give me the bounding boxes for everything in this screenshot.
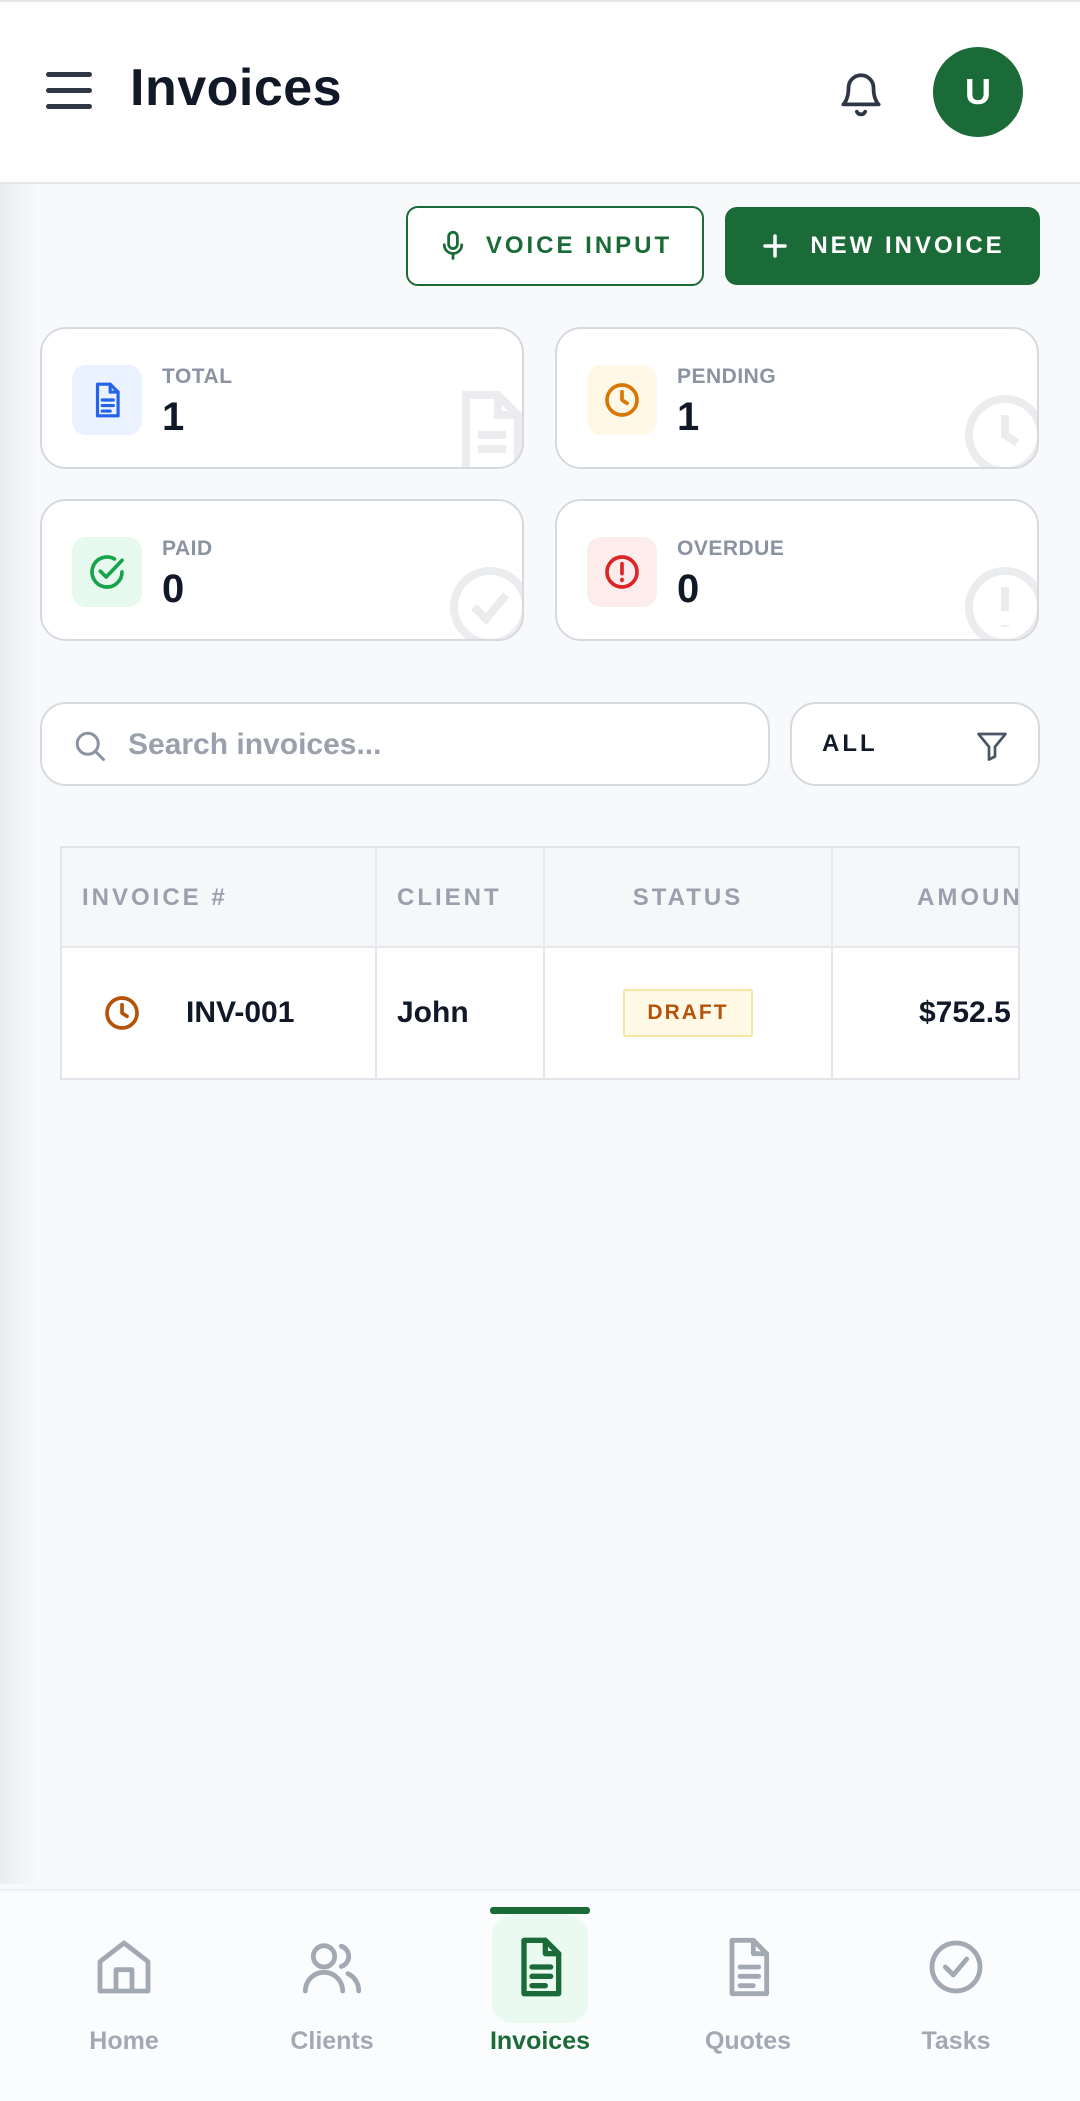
active-tab-bar (490, 1907, 590, 1914)
document-icon (729, 1937, 770, 1997)
stat-card-pending[interactable]: PENDING 1 (555, 327, 1039, 469)
clock-icon (105, 996, 139, 1030)
nav-item-home[interactable]: Home (24, 1891, 224, 2101)
filter-icon (977, 732, 1007, 761)
table-row[interactable]: INV-001 John DRAFT $752.5 (62, 948, 1018, 1078)
bottom-nav: Home Clients Invoices Quotes Tasks (0, 1889, 1080, 2101)
cell-amount: $752.5 (833, 948, 1018, 1078)
filter-selected: ALL (822, 730, 878, 757)
users-icon (302, 1943, 362, 1994)
column-header-client[interactable]: CLIENT (377, 848, 545, 948)
check-watermark-icon (450, 567, 522, 639)
microphone-icon (442, 230, 463, 260)
column-header-status[interactable]: STATUS (545, 848, 833, 948)
new-invoice-label: NEW INVOICE (810, 232, 1005, 259)
document-icon (72, 365, 142, 435)
invoice-amount: $752.5 (919, 996, 1011, 1029)
stat-value: 1 (677, 395, 700, 439)
voice-input-button[interactable]: VOICE INPUT (406, 206, 704, 286)
stat-label: OVERDUE (677, 537, 785, 560)
stat-label: TOTAL (162, 365, 233, 388)
edge-shadow (0, 184, 40, 1884)
column-header-invoice[interactable]: INVOICE # (62, 848, 377, 948)
search-input[interactable] (128, 718, 748, 772)
invoice-table: INVOICE # CLIENT STATUS AMOUN INV-001 Jo… (60, 846, 1020, 1080)
cell-status: DRAFT (545, 948, 833, 1078)
status-badge: DRAFT (623, 989, 753, 1037)
clock-icon (587, 365, 657, 435)
column-header-amount[interactable]: AMOUN (833, 848, 1018, 948)
nav-label: Quotes (704, 2027, 792, 2055)
nav-label: Invoices (489, 2027, 591, 2055)
nav-item-quotes[interactable]: Quotes (648, 1891, 848, 2101)
avatar[interactable]: U (933, 47, 1023, 137)
voice-input-label: VOICE INPUT (485, 232, 673, 259)
search-box[interactable] (40, 702, 770, 786)
nav-item-invoices[interactable]: Invoices (440, 1891, 640, 2101)
nav-item-tasks[interactable]: Tasks (856, 1891, 1056, 2101)
home-icon (97, 1940, 151, 1994)
search-icon (75, 731, 105, 761)
invoice-number[interactable]: INV-001 (186, 996, 294, 1030)
check-circle-icon (929, 1940, 983, 1994)
document-icon (521, 1937, 562, 1997)
stat-value: 0 (677, 567, 700, 611)
nav-label: Tasks (921, 2027, 991, 2055)
clock-watermark-icon (965, 395, 1037, 467)
check-circle-icon (72, 537, 142, 607)
stat-label: PENDING (677, 365, 777, 388)
table-header: INVOICE # CLIENT STATUS AMOUN (62, 848, 1018, 948)
client-name: John (397, 996, 469, 1029)
nav-item-clients[interactable]: Clients (232, 1891, 432, 2101)
stat-value: 0 (162, 567, 185, 611)
plus-icon (763, 234, 788, 258)
cell-invoice-number: INV-001 (62, 948, 377, 1078)
nav-label: Clients (290, 2027, 374, 2055)
document-watermark-icon (462, 391, 522, 467)
alert-circle-icon (587, 537, 657, 607)
bell-icon[interactable] (836, 66, 886, 122)
page-title: Invoices (130, 59, 343, 117)
menu-icon[interactable] (40, 66, 100, 116)
cell-client: John (377, 948, 545, 1078)
app-header: Invoices U (0, 0, 1080, 184)
stat-card-total[interactable]: TOTAL 1 (40, 327, 524, 469)
stat-card-paid[interactable]: PAID 0 (40, 499, 524, 641)
stat-label: PAID (162, 537, 213, 560)
nav-label: Home (89, 2027, 159, 2055)
new-invoice-button[interactable]: NEW INVOICE (725, 207, 1040, 285)
status-filter[interactable]: ALL (790, 702, 1040, 786)
stat-card-overdue[interactable]: OVERDUE 0 (555, 499, 1039, 641)
alert-watermark-icon (965, 567, 1037, 639)
stat-value: 1 (162, 395, 185, 439)
